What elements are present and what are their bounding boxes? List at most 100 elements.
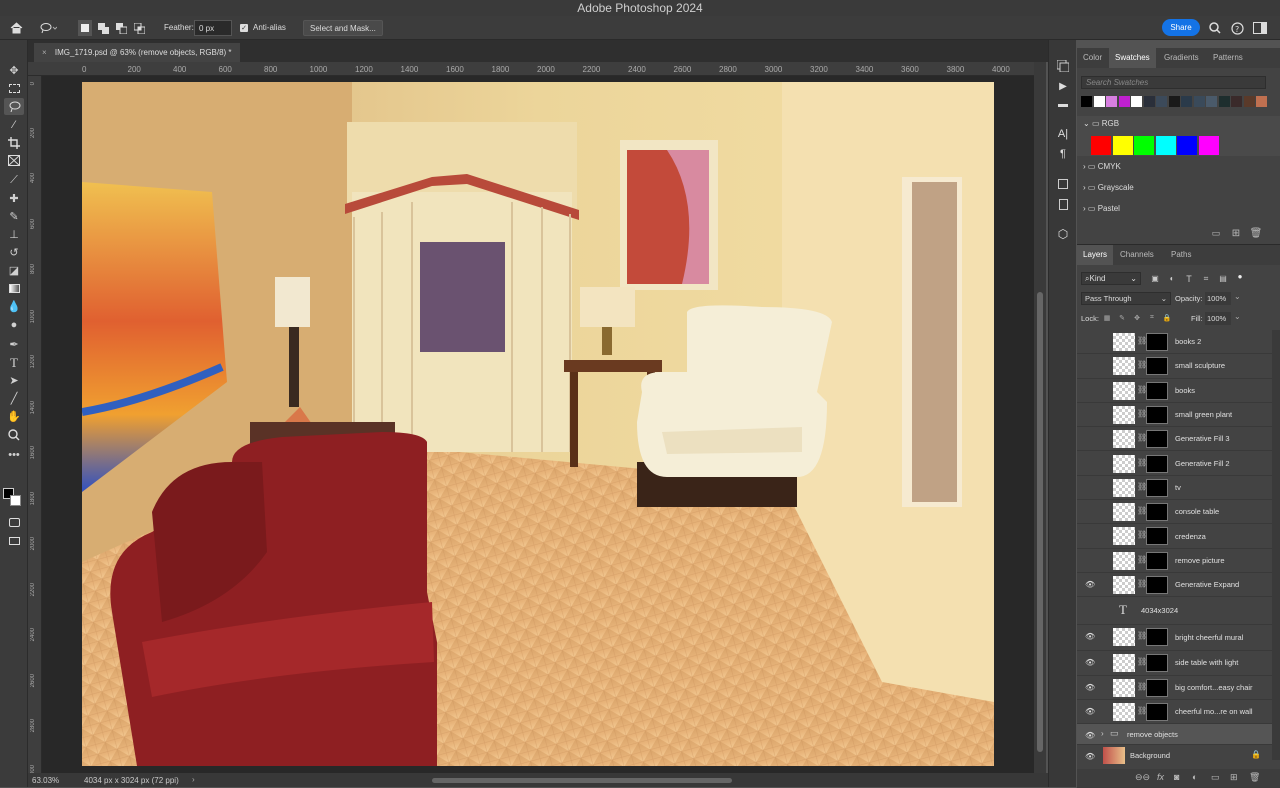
- zoom-tool-icon[interactable]: [4, 426, 24, 443]
- swatch[interactable]: [1131, 96, 1142, 107]
- hand-tool-icon[interactable]: ✋: [4, 408, 24, 425]
- add-mask-icon[interactable]: ◙: [1174, 772, 1179, 782]
- layer-row[interactable]: 👁 ⛓ Generative Expand: [1077, 573, 1272, 598]
- lock-all-icon[interactable]: 🔒: [1162, 313, 1172, 323]
- lock-artboard-icon[interactable]: ⌗: [1147, 313, 1157, 323]
- tab-layers[interactable]: Layers: [1077, 245, 1114, 265]
- feather-input[interactable]: 0 px: [194, 20, 232, 36]
- eye-icon[interactable]: 👁: [1085, 632, 1095, 641]
- background-color-swatch[interactable]: [10, 495, 21, 506]
- gradient-tool-icon[interactable]: [4, 280, 24, 297]
- type-filter-icon[interactable]: T: [1183, 272, 1195, 285]
- clone-stamp-icon[interactable]: ⊥: [4, 226, 24, 243]
- filter-toggle-icon[interactable]: ●: [1234, 270, 1246, 283]
- eye-icon[interactable]: 👁: [1085, 731, 1095, 740]
- new-swatch-icon[interactable]: ⊞: [1229, 226, 1243, 240]
- layer-mask-thumbnail[interactable]: [1146, 576, 1168, 594]
- layer-row[interactable]: ⛓ console table: [1077, 500, 1272, 525]
- chevron-down-icon[interactable]: ⌄: [1234, 312, 1241, 321]
- layer-mask-thumbnail[interactable]: [1146, 503, 1168, 522]
- opacity-input[interactable]: 100%: [1205, 292, 1231, 305]
- document-canvas[interactable]: [82, 82, 994, 766]
- swatch-group-cmyk[interactable]: › ▭ CMYK: [1083, 158, 1121, 176]
- workspace-icon[interactable]: [1251, 20, 1269, 36]
- chevron-down-icon[interactable]: ⌄: [1083, 119, 1090, 128]
- properties-icon[interactable]: [1055, 196, 1071, 212]
- swatch[interactable]: [1256, 96, 1267, 107]
- close-icon[interactable]: ×: [42, 48, 47, 57]
- swatch[interactable]: [1218, 96, 1230, 107]
- add-selection-icon[interactable]: [96, 20, 110, 36]
- scrollbar-thumb[interactable]: [1037, 292, 1043, 752]
- healing-brush-icon[interactable]: ✚: [4, 190, 24, 207]
- swatch-group-grayscale[interactable]: › ▭ Grayscale: [1083, 179, 1134, 197]
- layer-mask-thumbnail[interactable]: [1146, 454, 1168, 473]
- layer-mask-thumbnail[interactable]: [1146, 333, 1168, 351]
- layer-mask-thumbnail[interactable]: [1146, 702, 1168, 721]
- swatch[interactable]: [1143, 96, 1155, 107]
- tab-color[interactable]: Color: [1077, 48, 1108, 68]
- swatch[interactable]: [1081, 96, 1092, 107]
- more-tools-icon[interactable]: •••: [4, 446, 24, 463]
- swatch[interactable]: [1181, 96, 1192, 107]
- new-group-icon[interactable]: ▭: [1211, 772, 1220, 783]
- swatch-group-pastel[interactable]: › ▭ Pastel: [1083, 200, 1120, 218]
- lock-image-icon[interactable]: ✎: [1117, 313, 1127, 323]
- intersect-selection-icon[interactable]: [132, 20, 146, 36]
- tab-patterns[interactable]: Patterns: [1207, 48, 1249, 68]
- layers-scrollbar[interactable]: [1272, 330, 1280, 760]
- blend-mode-select[interactable]: Pass Through ⌄: [1081, 292, 1171, 305]
- help-icon[interactable]: ?: [1229, 20, 1245, 36]
- history-panel-icon[interactable]: [1055, 58, 1071, 74]
- fill-input[interactable]: 100%: [1205, 312, 1231, 325]
- layer-mask-thumbnail[interactable]: [1146, 478, 1168, 497]
- swatch[interactable]: [1118, 96, 1130, 107]
- layer-mask-thumbnail[interactable]: [1146, 430, 1168, 449]
- document-tab[interactable]: × IMG_1719.psd @ 63% (remove objects, RG…: [34, 43, 240, 62]
- layer-mask-thumbnail[interactable]: [1146, 678, 1168, 697]
- swatch[interactable]: [1243, 96, 1255, 107]
- eye-icon[interactable]: 👁: [1085, 658, 1095, 667]
- eye-icon[interactable]: 👁: [1085, 752, 1095, 761]
- eye-icon[interactable]: 👁: [1085, 580, 1095, 589]
- swatch[interactable]: [1106, 96, 1117, 107]
- subtract-selection-icon[interactable]: [114, 20, 128, 36]
- select-and-mask-button[interactable]: Select and Mask...: [303, 20, 383, 36]
- home-icon[interactable]: [8, 20, 24, 36]
- search-icon[interactable]: [1207, 20, 1223, 36]
- layer-row[interactable]: ⛓ tv: [1077, 476, 1272, 501]
- tab-channels[interactable]: Channels: [1114, 245, 1160, 265]
- history-brush-icon[interactable]: ↺: [4, 244, 24, 261]
- shape-filter-icon[interactable]: ⌗: [1200, 272, 1212, 285]
- swatch[interactable]: [1156, 96, 1167, 107]
- swatch-search-input[interactable]: Search Swatches: [1081, 76, 1266, 89]
- swatch[interactable]: [1093, 96, 1105, 107]
- horizontal-scrollbar-thumb[interactable]: [432, 778, 732, 783]
- character-panel-icon[interactable]: A|: [1055, 126, 1071, 142]
- swatch[interactable]: [1231, 96, 1242, 107]
- brush-tool-icon[interactable]: ✎: [4, 208, 24, 225]
- layer-row[interactable]: ⛓ Generative Fill 2: [1077, 452, 1272, 476]
- kind-filter-select[interactable]: ⌕Kind ⌄: [1081, 272, 1141, 285]
- move-tool-icon[interactable]: ✥: [4, 62, 24, 79]
- layer-row[interactable]: ⛓ books: [1077, 379, 1272, 403]
- layer-row[interactable]: 👁 Background 🔒: [1077, 745, 1272, 765]
- layer-row[interactable]: 👁 ⛓ side table with light: [1077, 651, 1272, 676]
- eye-icon[interactable]: 👁: [1085, 683, 1095, 692]
- lock-position-icon[interactable]: ✥: [1132, 313, 1142, 323]
- zoom-level[interactable]: 63.03%: [32, 776, 59, 785]
- layer-row[interactable]: ⛓ books 2: [1077, 330, 1272, 355]
- trash-icon[interactable]: 🗑: [1249, 772, 1260, 783]
- adjustments-icon[interactable]: ▬: [1055, 96, 1071, 112]
- lasso-tool-icon[interactable]: [38, 20, 58, 36]
- adjustment-filter-icon[interactable]: ◐: [1166, 272, 1178, 285]
- chevron-right-icon[interactable]: ›: [1083, 204, 1086, 213]
- type-tool-icon[interactable]: T: [4, 354, 24, 371]
- swatch[interactable]: [1155, 136, 1176, 155]
- path-selection-icon[interactable]: ➤: [4, 372, 24, 389]
- canvas-vertical-scrollbar[interactable]: [1034, 62, 1046, 773]
- layer-mask-thumbnail[interactable]: [1146, 654, 1168, 673]
- blur-tool-icon[interactable]: 💧: [4, 298, 24, 315]
- pen-tool-icon[interactable]: ✒: [4, 336, 24, 353]
- swatch[interactable]: [1091, 136, 1111, 155]
